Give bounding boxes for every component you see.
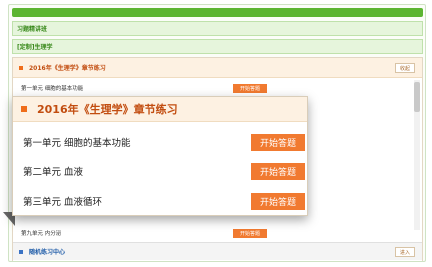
bullet-icon — [19, 65, 23, 70]
bullet-icon — [19, 249, 23, 254]
list-item: 第九单元 内分泌 开始答题 — [21, 226, 416, 240]
list-item: 第一单元 细胞的基本功能 开始答题 — [21, 81, 416, 95]
top-green-bar — [12, 8, 423, 17]
collapse-button[interactable]: 收起 — [395, 63, 415, 73]
tab-practice-label: 习题精讲班 — [17, 26, 48, 33]
start-answer-button[interactable]: 开始答题 — [251, 133, 305, 151]
start-answer-button[interactable]: 开始答题 — [233, 228, 267, 238]
start-answer-button[interactable]: 开始答题 — [233, 83, 267, 93]
list-item: 第二单元 血液 开始答题 — [23, 161, 305, 181]
list-item: 第三单元 血液循环 开始答题 — [23, 191, 305, 211]
row-label: 第二单元 血液 — [23, 167, 84, 178]
panel-title: 2016年《生理学》章节练习 — [29, 65, 106, 72]
row-label: 第一单元 细胞的基本功能 — [21, 86, 84, 92]
list-item: 第一单元 细胞的基本功能 开始答题 — [23, 132, 305, 152]
zoom-callout: 2016年《生理学》章节练习 第一单元 细胞的基本功能 开始答题 第二单元 血液… — [12, 96, 308, 216]
bullet-icon — [21, 106, 27, 112]
start-answer-button[interactable]: 开始答题 — [251, 192, 305, 210]
panel-header: 2016年《生理学》章节练习 收起 — [13, 58, 422, 78]
random-practice-title: 随机练习中心 — [29, 249, 66, 256]
scrollbar-thumb[interactable] — [414, 82, 420, 112]
random-practice-header: 随机练习中心 进入 — [13, 242, 422, 260]
zoom-header: 2016年《生理学》章节练习 — [13, 97, 307, 122]
row-label: 第一单元 细胞的基本功能 — [23, 138, 131, 149]
tab-custom-label: [定制]生理学 — [17, 44, 53, 51]
start-answer-button[interactable]: 开始答题 — [251, 162, 305, 180]
zoom-title: 2016年《生理学》章节练习 — [37, 103, 178, 116]
enter-button[interactable]: 进入 — [395, 247, 415, 257]
row-label: 第三单元 血液循环 — [23, 197, 103, 208]
row-label: 第九单元 内分泌 — [21, 231, 62, 237]
tab-custom[interactable]: [定制]生理学 — [12, 39, 423, 54]
tab-practice[interactable]: 习题精讲班 — [12, 21, 423, 36]
